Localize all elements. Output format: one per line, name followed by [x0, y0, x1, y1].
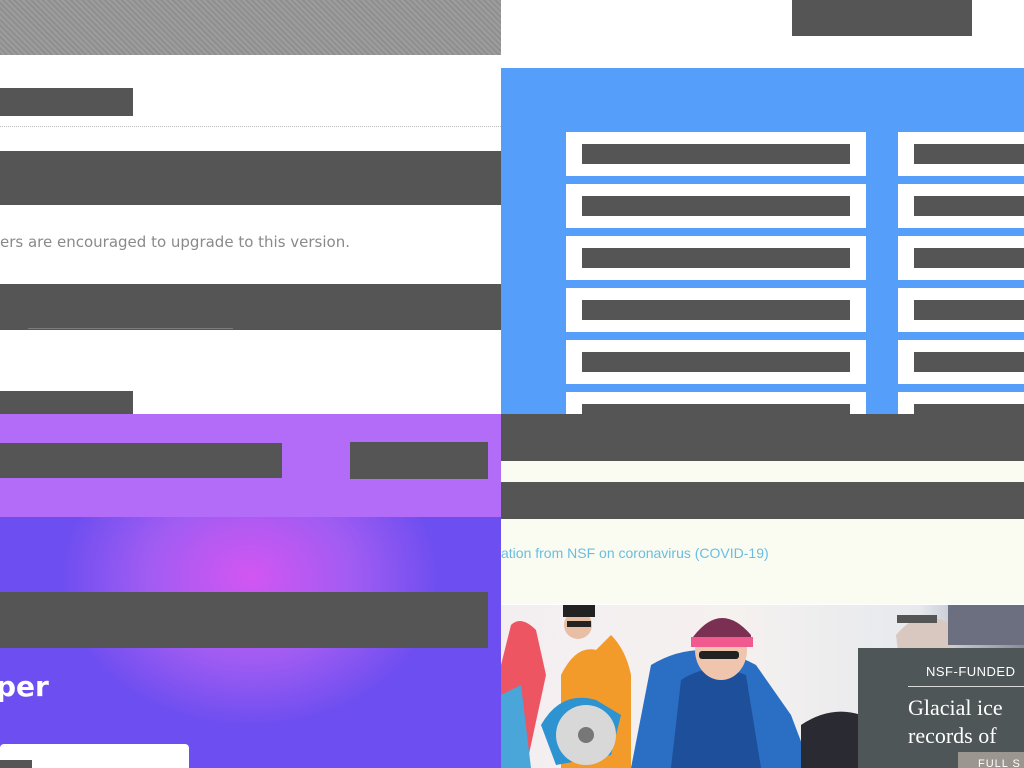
- placeholder-hero-heading: [0, 592, 488, 648]
- grid-cell-text-placeholder: [914, 144, 1024, 164]
- grid-cell[interactable]: [898, 132, 1024, 176]
- placeholder-top-button[interactable]: [792, 0, 972, 36]
- placeholder-nav-title[interactable]: [0, 443, 282, 478]
- feature-caption-card: NSF-FUNDED Glacial ice records of FULL S: [858, 648, 1024, 768]
- grid-cell-text-placeholder: [582, 352, 850, 372]
- placeholder-nav-button[interactable]: [350, 442, 488, 479]
- quadrant-top-left: ers are encouraged to upgrade to this ve…: [0, 0, 501, 414]
- grid-cell[interactable]: [898, 392, 1024, 414]
- feature-divider: [908, 686, 1024, 687]
- grid-cell[interactable]: [898, 340, 1024, 384]
- grid-cell-text-placeholder: [914, 196, 1024, 216]
- grid-cell-text-placeholder: [582, 300, 850, 320]
- grid-cell[interactable]: [566, 288, 866, 332]
- grid-cell-text-placeholder: [582, 144, 850, 164]
- placeholder-card-label: [0, 760, 32, 768]
- blue-grid-panel: [501, 68, 1024, 414]
- grid-cell[interactable]: [898, 288, 1024, 332]
- grid-cell[interactable]: [566, 236, 866, 280]
- placeholder-label-2: [0, 391, 133, 414]
- placeholder-download-button[interactable]: [0, 284, 501, 330]
- placeholder-nav-bar-2: [501, 482, 1024, 519]
- link-underline: [28, 328, 233, 329]
- full-story-button[interactable]: FULL S: [958, 752, 1024, 768]
- quadrant-top-right: [501, 0, 1024, 414]
- grid-cell-text-placeholder: [582, 248, 850, 268]
- grid-cell-text-placeholder: [582, 404, 850, 414]
- purple-nav-band: [0, 414, 501, 517]
- feature-headline: Glacial ice records of: [908, 694, 1003, 750]
- upgrade-notice-text: ers are encouraged to upgrade to this ve…: [0, 233, 350, 251]
- dotted-divider: [0, 126, 501, 127]
- quadrant-bottom-right: ation from NSF on coronavirus (COVID-19): [501, 414, 1024, 768]
- grid-cell-text-placeholder: [914, 404, 1024, 414]
- placeholder-label-1: [0, 88, 133, 116]
- placeholder-heading: [0, 151, 501, 205]
- feature-headline-line-1: Glacial ice: [908, 695, 1003, 720]
- grid-cell[interactable]: [566, 340, 866, 384]
- quadrant-bottom-left: per: [0, 414, 501, 768]
- covid-info-link[interactable]: ation from NSF on coronavirus (COVID-19): [501, 545, 769, 561]
- feature-photo: NSF-FUNDED Glacial ice records of FULL S: [501, 605, 1024, 768]
- grid-cell-text-placeholder: [914, 352, 1024, 372]
- feature-label: NSF-FUNDED: [926, 664, 1016, 679]
- hero-title-fragment: per: [0, 670, 49, 703]
- grid-cell[interactable]: [566, 392, 866, 414]
- full-story-button-label: FULL S: [978, 758, 1021, 768]
- grid-cell-text-placeholder: [914, 248, 1024, 268]
- hatched-header-band: [0, 0, 501, 55]
- grid-cell[interactable]: [898, 236, 1024, 280]
- grid-cell-text-placeholder: [582, 196, 850, 216]
- grid-cell[interactable]: [566, 184, 866, 228]
- feature-headline-line-2: records of: [908, 723, 997, 748]
- placeholder-nav-bar-1: [501, 414, 1024, 461]
- grid-cell[interactable]: [566, 132, 866, 176]
- grid-cell-text-placeholder: [914, 300, 1024, 320]
- hero-input-card[interactable]: [0, 744, 189, 768]
- grid-cell[interactable]: [898, 184, 1024, 228]
